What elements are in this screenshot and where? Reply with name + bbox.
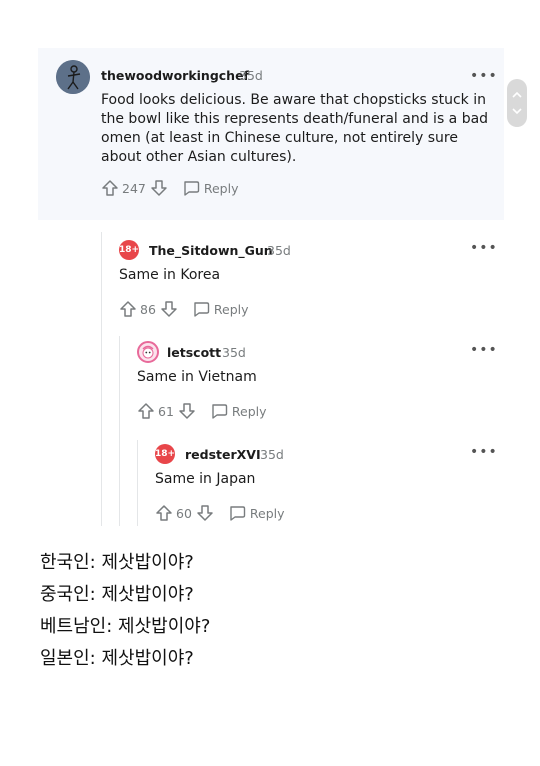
thread-line[interactable]	[101, 232, 102, 526]
more-options-button[interactable]: •••	[470, 444, 498, 460]
vote-count: 61	[158, 403, 174, 419]
more-options-button[interactable]: •••	[470, 240, 498, 256]
reply-label: Reply	[213, 301, 249, 317]
upvote-button[interactable]	[119, 300, 137, 318]
reply-button[interactable]: Reply	[192, 301, 249, 317]
upvote-button[interactable]	[137, 402, 155, 420]
comment-username[interactable]: redsterXVI	[185, 447, 261, 462]
comment-username[interactable]: thewoodworkingchef	[101, 68, 249, 83]
more-options-button[interactable]: •••	[470, 342, 498, 358]
cartoon-face-avatar-icon	[142, 345, 154, 359]
upvote-arrow-icon	[156, 505, 172, 521]
comment-body: Same in Japan	[155, 471, 256, 487]
caption-line: 일본인: 제삿밥이야?	[40, 648, 194, 669]
comment-body: Same in Vietnam	[137, 369, 257, 385]
comment-username[interactable]: The_Sitdown_Gun	[149, 243, 273, 258]
downvote-button[interactable]	[178, 402, 196, 420]
downvote-button[interactable]	[150, 179, 168, 197]
downvote-arrow-icon	[179, 403, 195, 419]
chevron-up-down-icon	[512, 91, 522, 115]
speech-bubble-icon	[212, 404, 228, 419]
caption-line: 베트남인: 제삿밥이야?	[40, 616, 211, 637]
comment-actions: 247 Reply	[101, 179, 238, 197]
upvote-arrow-icon	[102, 180, 118, 196]
comment-age: 35d	[267, 243, 291, 258]
caption-line: 중국인: 제삿밥이야?	[40, 584, 194, 605]
more-options-button[interactable]: •••	[470, 68, 498, 84]
avatar[interactable]	[137, 341, 159, 363]
upvote-arrow-icon	[138, 403, 154, 419]
nsfw-avatar-badge[interactable]: 18+	[119, 240, 139, 260]
speech-bubble-icon	[194, 302, 210, 317]
reply-button[interactable]: Reply	[210, 403, 267, 419]
reply-button[interactable]: Reply	[228, 505, 285, 521]
comment-age: 35d	[260, 447, 284, 462]
stick-figure-avatar-icon	[56, 60, 90, 94]
reply-label: Reply	[203, 180, 239, 196]
thread-line[interactable]	[137, 440, 138, 526]
reply-label: Reply	[249, 505, 285, 521]
comment-actions: 86 Reply	[119, 300, 249, 318]
vote-count: 247	[122, 180, 146, 196]
thread-line[interactable]	[119, 336, 120, 526]
upvote-button[interactable]	[155, 504, 173, 522]
comment-age: 35d	[239, 68, 263, 83]
comment-age: 35d	[222, 345, 246, 360]
upvote-arrow-icon	[120, 301, 136, 317]
avatar[interactable]	[56, 60, 90, 94]
reply-label: Reply	[231, 403, 267, 419]
upvote-button[interactable]	[101, 179, 119, 197]
downvote-arrow-icon	[161, 301, 177, 317]
speech-bubble-icon	[230, 506, 246, 521]
vote-count: 60	[176, 505, 192, 521]
downvote-arrow-icon	[151, 180, 167, 196]
speech-bubble-icon	[184, 181, 200, 196]
comment-body: Food looks delicious. Be aware that chop…	[101, 92, 489, 165]
downvote-button[interactable]	[196, 504, 214, 522]
comment-actions: 61 Reply	[137, 402, 267, 420]
downvote-button[interactable]	[160, 300, 178, 318]
scroll-handle[interactable]	[507, 79, 527, 127]
comment-body: Same in Korea	[119, 267, 221, 283]
downvote-arrow-icon	[197, 505, 213, 521]
nsfw-avatar-badge[interactable]: 18+	[155, 444, 175, 464]
comment-actions: 60 Reply	[155, 504, 285, 522]
comment-username[interactable]: letscott	[167, 345, 221, 360]
reply-button[interactable]: Reply	[182, 180, 239, 196]
vote-count: 86	[140, 301, 156, 317]
caption-line: 한국인: 제삿밥이야?	[40, 552, 194, 573]
